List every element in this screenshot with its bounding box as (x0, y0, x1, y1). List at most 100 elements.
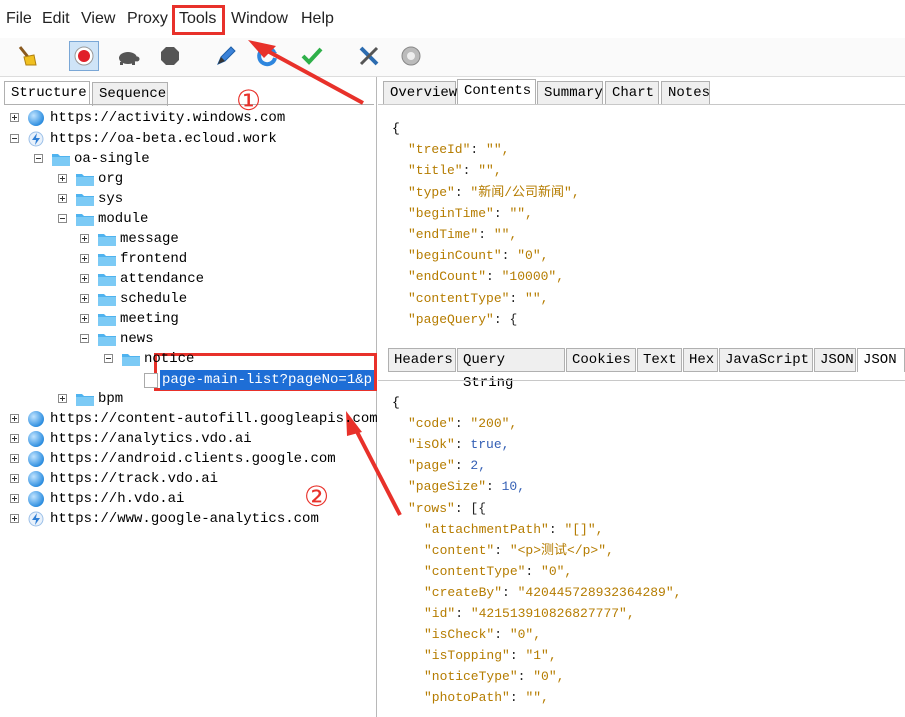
json-line: "contentType": "", (408, 290, 549, 306)
tree-item[interactable]: https://h.vdo.ai (50, 489, 184, 509)
response-tab-json[interactable]: JSON (814, 348, 856, 372)
response-tab-json-active[interactable]: JSON (857, 348, 905, 372)
expand-toggle[interactable] (80, 254, 89, 263)
tab-chart[interactable]: Chart (605, 81, 659, 105)
collapse-toggle[interactable] (58, 214, 67, 223)
turtle-icon[interactable] (113, 41, 143, 71)
menu-file[interactable]: File (6, 10, 32, 28)
tab-overview[interactable]: Overview (383, 81, 457, 105)
stop-icon[interactable] (155, 41, 185, 71)
broom-icon[interactable] (12, 41, 42, 71)
tab-notes[interactable]: Notes (661, 81, 710, 105)
expand-toggle[interactable] (58, 394, 67, 403)
collapse-toggle[interactable] (34, 154, 43, 163)
expand-toggle[interactable] (10, 474, 19, 483)
refresh-icon[interactable] (252, 41, 282, 71)
tree-item-selected-request[interactable]: page-main-list?pageNo=1&p (160, 370, 375, 390)
expand-toggle[interactable] (80, 314, 89, 323)
expand-toggle[interactable] (80, 274, 89, 283)
tab-summary[interactable]: Summary (537, 81, 603, 105)
folder-icon (52, 154, 70, 166)
json-line: "rows": [{ (408, 500, 487, 516)
expand-toggle[interactable] (58, 174, 67, 183)
json-line: "title": "", (408, 163, 502, 179)
response-tab-cookies[interactable]: Cookies (566, 348, 636, 372)
tools-icon[interactable] (354, 41, 384, 71)
menu-help[interactable]: Help (301, 10, 334, 28)
tree-item[interactable]: oa-single (74, 149, 150, 169)
json-line: "contentType": "0", (424, 563, 573, 579)
tab-divider (4, 104, 374, 105)
expand-toggle[interactable] (80, 234, 89, 243)
folder-icon (98, 234, 116, 246)
tree-item[interactable]: https://activity.windows.com (50, 108, 285, 128)
response-tab-javascript[interactable]: JavaScript (719, 348, 813, 372)
response-tab-query-string[interactable]: Query String (457, 348, 565, 391)
json-line: "pageQuery": { (408, 311, 518, 327)
tab-contents[interactable]: Contents (457, 79, 536, 105)
lightning-icon (28, 131, 44, 147)
expand-toggle[interactable] (80, 294, 89, 303)
folder-icon (98, 274, 116, 286)
tree-item[interactable]: bpm (98, 389, 123, 409)
check-icon[interactable] (297, 41, 327, 71)
json-line: "treeId": "", (408, 142, 510, 158)
json-line: "noticeType": "0", (424, 669, 565, 685)
expand-toggle[interactable] (10, 434, 19, 443)
menu-proxy[interactable]: Proxy (127, 10, 168, 28)
expand-toggle[interactable] (10, 414, 19, 423)
pen-icon[interactable] (211, 41, 241, 71)
tab-sequence[interactable]: Sequence (92, 82, 168, 106)
folder-icon (98, 314, 116, 326)
globe-icon (28, 471, 44, 487)
json-line: "endTime": "", (408, 227, 518, 242)
tree-item[interactable]: https://oa-beta.ecloud.work (50, 129, 277, 149)
tree-item[interactable]: frontend (120, 249, 187, 269)
response-tab-text[interactable]: Text (637, 348, 682, 372)
expand-toggle[interactable] (10, 454, 19, 463)
menu-window[interactable]: Window (231, 10, 288, 28)
expand-toggle[interactable] (10, 113, 19, 122)
tree-item[interactable]: news (120, 329, 154, 349)
lightning-icon (28, 511, 44, 527)
tree-item[interactable]: https://content-autofill.googleapis.com (50, 409, 378, 429)
folder-icon (98, 294, 116, 306)
collapse-toggle[interactable] (104, 354, 113, 363)
tree-item[interactable]: org (98, 169, 123, 189)
tree-item[interactable]: module (98, 209, 148, 229)
tree-item[interactable]: https://android.clients.google.com (50, 449, 336, 469)
response-tab-hex[interactable]: Hex (683, 348, 718, 372)
globe-icon (28, 451, 44, 467)
tab-structure[interactable]: Structure (4, 81, 90, 105)
tree-item[interactable]: meeting (120, 309, 179, 329)
tree-item[interactable]: attendance (120, 269, 204, 289)
menu-edit[interactable]: Edit (42, 10, 70, 28)
settings-icon[interactable] (396, 41, 426, 71)
json-line: "createBy": "420445728932364289", (424, 584, 682, 600)
json-line: { (392, 121, 400, 136)
collapse-toggle[interactable] (80, 334, 89, 343)
response-tab-headers[interactable]: Headers (388, 348, 456, 372)
json-line: "beginCount": "0", (408, 248, 549, 264)
json-line: "id": "421513910826827777", (424, 606, 635, 621)
record-icon[interactable] (69, 41, 99, 71)
globe-icon (28, 411, 44, 427)
menu-view[interactable]: View (81, 10, 115, 28)
folder-icon (122, 354, 140, 366)
json-line: "isOk": true, (408, 437, 510, 453)
tree-item[interactable]: https://www.google-analytics.com (50, 509, 319, 529)
tree-item[interactable]: https://analytics.vdo.ai (50, 429, 252, 449)
tree-item[interactable]: notice (144, 349, 194, 369)
expand-toggle[interactable] (58, 194, 67, 203)
json-line: { (392, 395, 400, 410)
expand-toggle[interactable] (10, 494, 19, 503)
expand-toggle[interactable] (10, 514, 19, 523)
folder-icon (76, 174, 94, 186)
json-line: "isTopping": "1", (424, 648, 557, 664)
tree-item[interactable]: sys (98, 189, 123, 209)
collapse-toggle[interactable] (10, 134, 19, 143)
tree-item[interactable]: schedule (120, 289, 187, 309)
tree-item[interactable]: https://track.vdo.ai (50, 469, 218, 489)
json-line: "pageSize": 10, (408, 479, 526, 495)
tree-item[interactable]: message (120, 229, 179, 249)
